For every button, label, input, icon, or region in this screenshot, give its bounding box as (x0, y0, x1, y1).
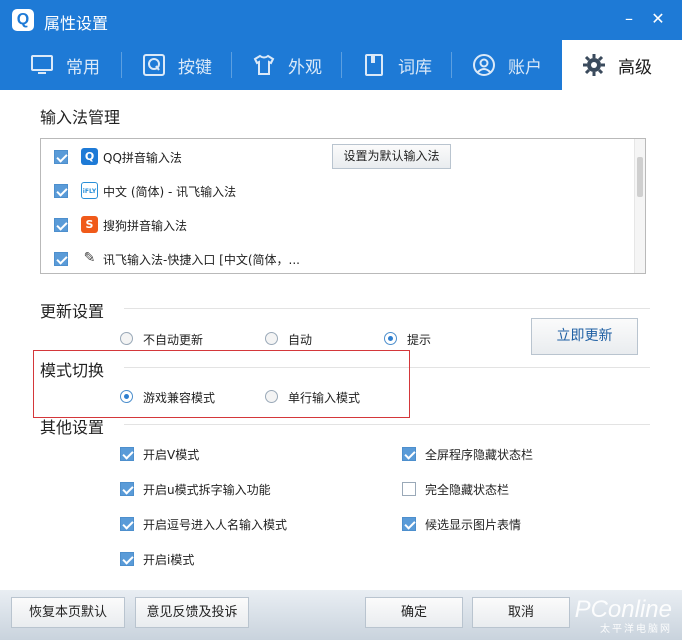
tab-label: 外观 (288, 58, 322, 78)
checkbox-label: 开启i模式 (143, 553, 195, 567)
close-button[interactable]: ✕ (647, 8, 669, 30)
cancel-button[interactable]: 取消 (472, 597, 570, 628)
tab-advanced[interactable]: 高级 (562, 40, 682, 90)
ime-label: 中文 (简体) - 讯飞输入法 (103, 185, 237, 199)
tab-label: 常用 (66, 58, 100, 78)
qq-pinyin-icon: Q (81, 148, 98, 165)
list-item[interactable]: iFLY 中文 (简体) - 讯飞输入法 (51, 177, 611, 205)
title-bar: Q 属性设置 – ✕ (0, 0, 682, 40)
divider (124, 424, 650, 425)
checkbox-label: 开启u模式拆字输入功能 (143, 483, 271, 497)
ime-section-title: 输入法管理 (40, 108, 121, 127)
footer-bar: 恢复本页默认 意见反馈及投诉 确定 取消 PConline 太平洋电脑网 (0, 590, 682, 640)
radio-prompt-update[interactable] (384, 332, 397, 345)
other-section-title: 其他设置 (40, 418, 105, 437)
checkbox-hide-status-bar[interactable] (402, 482, 416, 496)
checkbox-comma-name-mode[interactable] (120, 517, 134, 531)
feedback-button[interactable]: 意见反馈及投诉 (135, 597, 249, 628)
ok-button[interactable]: 确定 (365, 597, 463, 628)
radio-no-auto-update[interactable] (120, 332, 133, 345)
list-item[interactable]: ✎ 讯飞输入法-快捷入口 [中文(简体，... (51, 245, 611, 273)
gear-icon (583, 54, 605, 76)
checkbox-u-mode[interactable] (120, 482, 134, 496)
radio-auto-update[interactable] (265, 332, 278, 345)
tab-general[interactable]: 常用 (10, 40, 120, 90)
restore-defaults-button[interactable]: 恢复本页默认 (11, 597, 125, 628)
pen-icon: ✎ (81, 250, 98, 267)
ifly-icon: iFLY (81, 182, 98, 199)
tab-label: 词库 (398, 58, 432, 78)
highlight-annotation (33, 350, 410, 418)
checkbox-fullscreen-hide-status[interactable] (402, 447, 416, 461)
user-icon (473, 54, 495, 76)
scroll-thumb[interactable] (637, 157, 643, 197)
checkbox-i-mode[interactable] (120, 552, 134, 566)
ime-label: QQ拼音输入法 (103, 151, 182, 165)
tab-bar: 常用 按键 外观 词库 账户 高级 (0, 40, 682, 90)
checkbox-label: 候选显示图片表情 (425, 518, 522, 532)
tab-dictionary[interactable]: 词库 (342, 40, 452, 90)
ime-list[interactable]: Q QQ拼音输入法 iFLY 中文 (简体) - 讯飞输入法 S 搜狗拼音输入法… (40, 138, 646, 274)
tab-account[interactable]: 账户 (452, 40, 562, 90)
radio-label: 不自动更新 (143, 333, 204, 347)
list-item[interactable]: S 搜狗拼音输入法 (51, 211, 611, 239)
radio-label: 提示 (407, 333, 432, 347)
ime-checkbox[interactable] (54, 184, 68, 198)
update-now-button[interactable]: 立即更新 (531, 318, 638, 355)
divider (124, 308, 650, 309)
tshirt-icon (253, 54, 275, 75)
checkbox-label: 全屏程序隐藏状态栏 (425, 448, 534, 462)
monitor-icon (31, 55, 53, 74)
q-key-icon (143, 54, 165, 76)
ime-checkbox[interactable] (54, 150, 68, 164)
list-item[interactable]: Q QQ拼音输入法 (51, 143, 611, 171)
checkbox-label: 完全隐藏状态栏 (425, 483, 510, 497)
tab-label: 账户 (508, 58, 542, 78)
app-logo: Q (12, 9, 34, 31)
scrollbar[interactable] (634, 139, 645, 273)
checkbox-candidate-image-emoji[interactable] (402, 517, 416, 531)
update-section-title: 更新设置 (40, 302, 105, 321)
watermark-subtitle: 太平洋电脑网 (600, 624, 672, 635)
sogou-icon: S (81, 216, 98, 233)
radio-label: 自动 (288, 333, 313, 347)
ime-checkbox[interactable] (54, 218, 68, 232)
book-icon (365, 54, 383, 76)
settings-panel: 输入法管理 Q QQ拼音输入法 iFLY 中文 (简体) - 讯飞输入法 S 搜… (0, 90, 682, 590)
ime-checkbox[interactable] (54, 252, 68, 266)
set-default-ime-button[interactable]: 设置为默认输入法 (332, 144, 451, 169)
tab-appearance[interactable]: 外观 (232, 40, 342, 90)
ime-label: 搜狗拼音输入法 (103, 219, 188, 233)
ime-label: 讯飞输入法-快捷入口 [中文(简体，... (103, 253, 300, 267)
tab-keys[interactable]: 按键 (122, 40, 232, 90)
tab-label: 高级 (618, 58, 652, 78)
checkbox-v-mode[interactable] (120, 447, 134, 461)
minimize-button[interactable]: – (618, 8, 640, 30)
checkbox-label: 开启V模式 (143, 448, 200, 462)
window-title: 属性设置 (44, 14, 109, 33)
checkbox-label: 开启逗号进入人名输入模式 (143, 518, 288, 532)
tab-label: 按键 (178, 58, 212, 78)
